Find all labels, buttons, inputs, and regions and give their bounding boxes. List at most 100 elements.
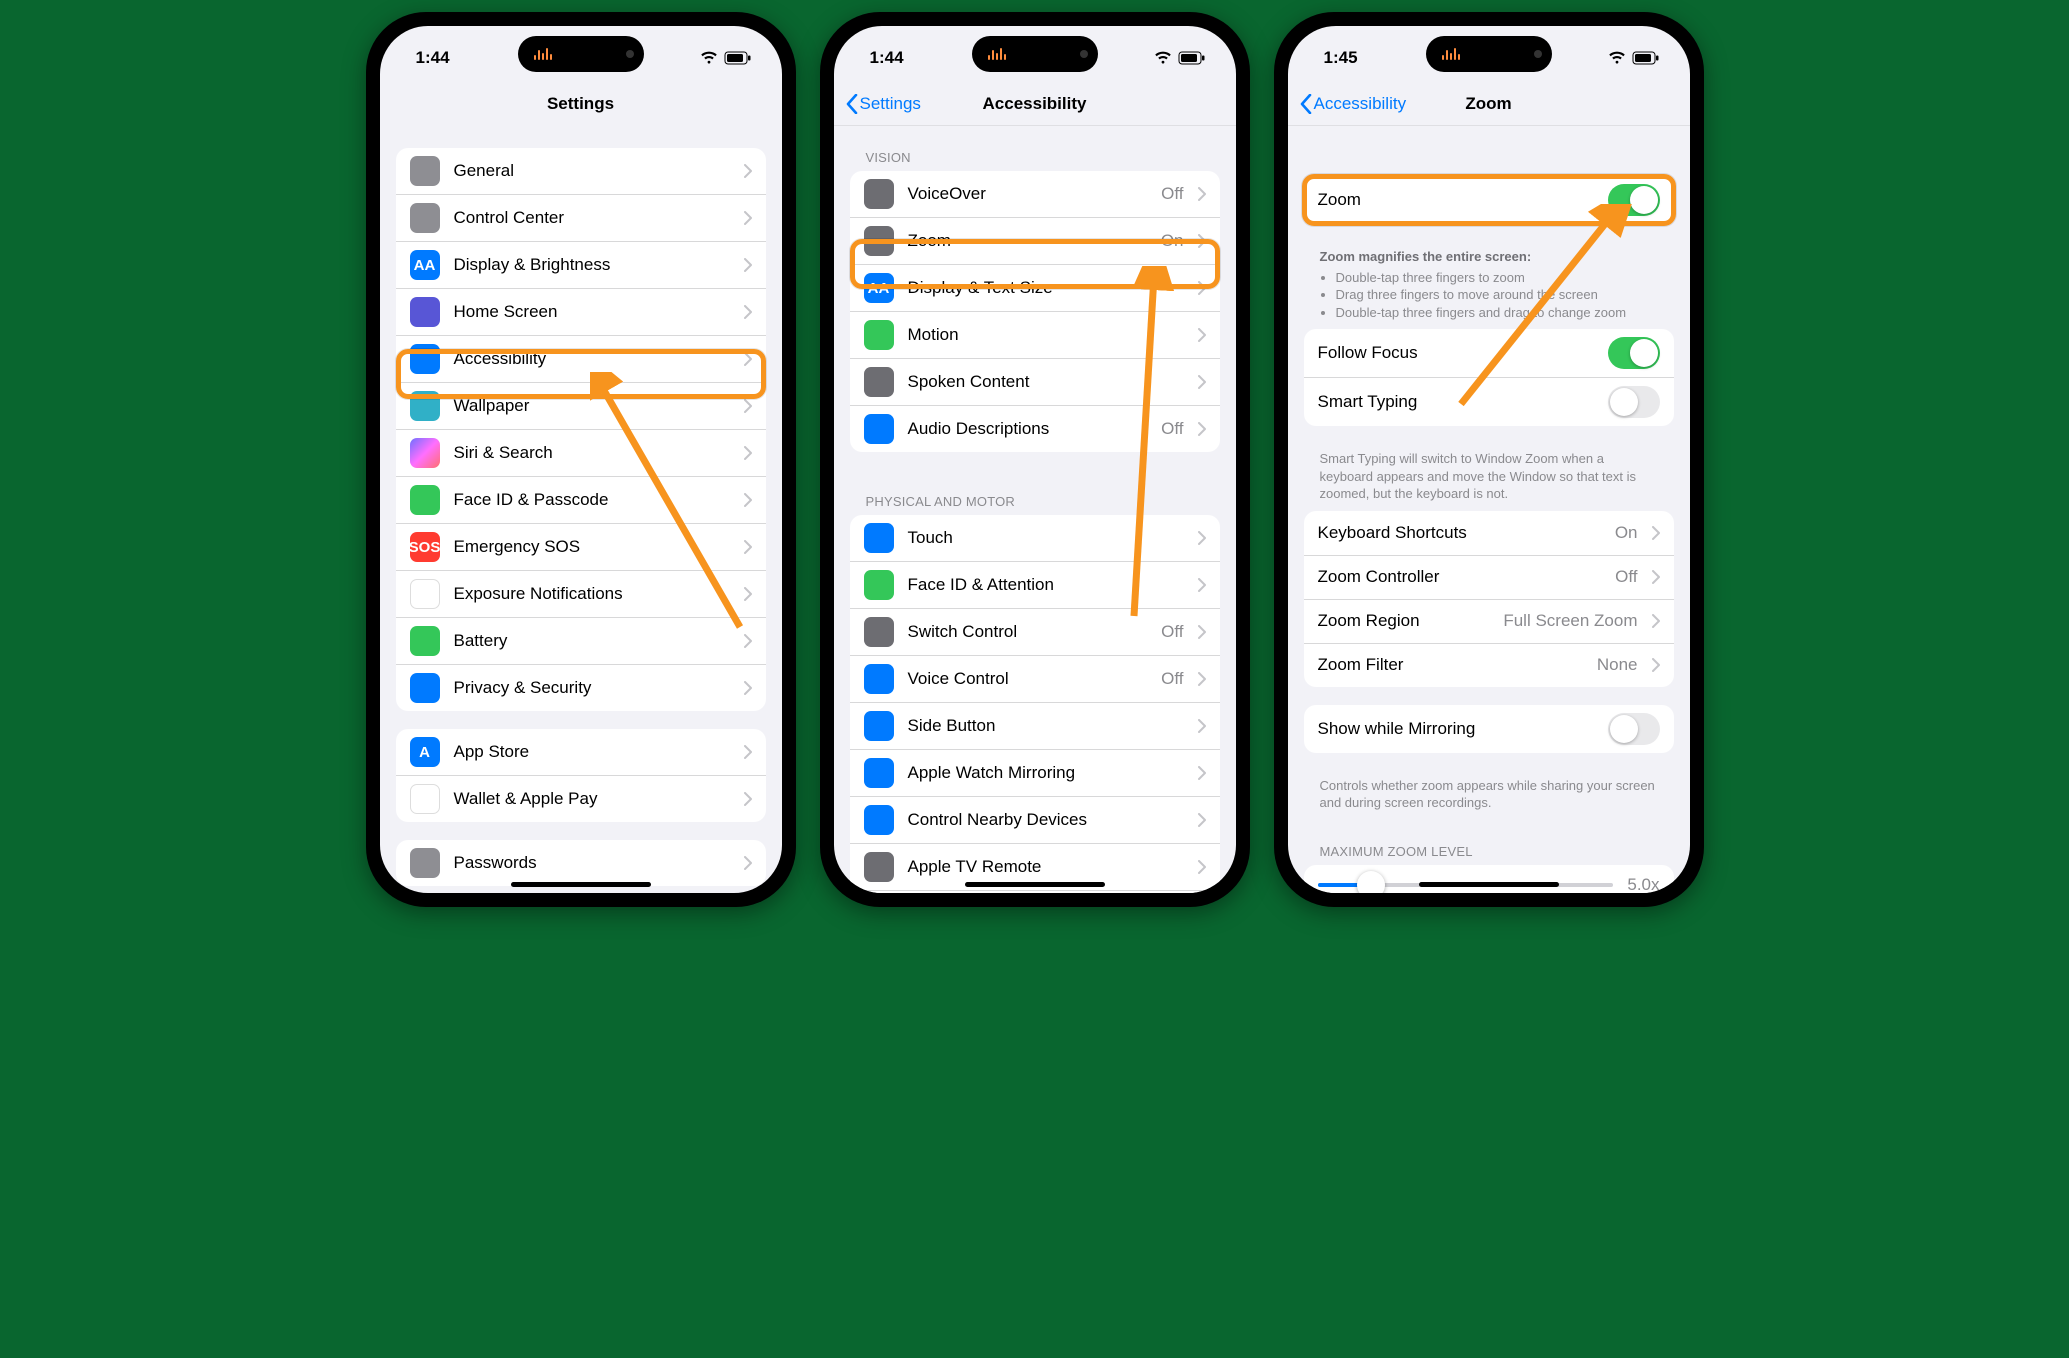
appstore-icon: A [410,737,440,767]
settings-row-emergency-sos[interactable]: SOS Emergency SOS [396,523,766,570]
row-label: Control Center [454,208,730,228]
back-button[interactable]: Settings [846,94,921,114]
wifi-icon [1154,51,1172,65]
row-label: Apple Watch Mirroring [908,763,1184,783]
settings-row-face-id-attention[interactable]: Face ID & Attention [850,561,1220,608]
settings-row-touch[interactable]: Touch [850,515,1220,561]
toggle[interactable] [1608,713,1660,745]
toggle[interactable] [1608,337,1660,369]
settings-row-control-center[interactable]: Control Center [396,194,766,241]
row-label: Face ID & Attention [908,575,1184,595]
chevron-right-icon [1198,531,1206,545]
settings-row-zoom[interactable]: Zoom On [850,217,1220,264]
row-label: Show while Mirroring [1318,719,1594,739]
chevron-right-icon [1198,719,1206,733]
settings-row-zoom-toggle[interactable]: Zoom [1304,176,1674,224]
settings-row-keyboard-shortcuts[interactable]: Keyboard Shortcuts On [1304,511,1674,555]
slider-header: MAXIMUM ZOOM LEVEL [1304,820,1674,865]
row-label: Apple TV Remote [908,857,1184,877]
settings-row-zoom-region[interactable]: Zoom Region Full Screen Zoom [1304,599,1674,643]
smart-typing-footer: Smart Typing will switch to Window Zoom … [1304,444,1674,511]
settings-row-home-screen[interactable]: Home Screen [396,288,766,335]
chevron-right-icon [1198,578,1206,592]
chevron-right-icon [744,856,752,870]
settings-row-general[interactable]: General [396,148,766,194]
row-label: Motion [908,325,1184,345]
settings-row-face-id-passcode[interactable]: Face ID & Passcode [396,476,766,523]
chevron-right-icon [744,681,752,695]
settings-row-motion[interactable]: Motion [850,311,1220,358]
settings-row-side-button[interactable]: Side Button [850,702,1220,749]
settings-row-battery[interactable]: Battery [396,617,766,664]
chevron-right-icon [744,352,752,366]
chevron-right-icon [1652,614,1660,628]
settings-row-control-nearby-devices[interactable]: Control Nearby Devices [850,796,1220,843]
battery-icon [724,51,752,65]
mirroring-footer: Controls whether zoom appears while shar… [1304,771,1674,820]
section-header: PHYSICAL AND MOTOR [850,470,1220,515]
settings-row-smart-typing[interactable]: Smart Typing [1304,377,1674,426]
back-label: Accessibility [1314,94,1407,114]
row-label: Privacy & Security [454,678,730,698]
row-label: Accessibility [454,349,730,369]
row-label: Touch [908,528,1184,548]
chevron-right-icon [744,446,752,460]
settings-row-exposure-notifications[interactable]: Exposure Notifications [396,570,766,617]
settings-row-display-text-size[interactable]: AA Display & Text Size [850,264,1220,311]
row-label: Zoom Region [1318,611,1490,631]
navbar: Settings [380,82,782,126]
slider-group: 5.0x [1304,865,1674,893]
navbar: Settings Accessibility [834,82,1236,126]
wifi-icon [700,51,718,65]
screen-zoom: 1:45 Accessibility Zoom Zoom Zoom magnif… [1288,26,1690,893]
settings-row-switch-control[interactable]: Switch Control Off [850,608,1220,655]
voiceover-icon [864,179,894,209]
row-label: Exposure Notifications [454,584,730,604]
chevron-right-icon [744,258,752,272]
row-label: Battery [454,631,730,651]
settings-row-follow-focus[interactable]: Follow Focus [1304,329,1674,377]
settings-row-audio-descriptions[interactable]: Audio Descriptions Off [850,405,1220,452]
wallpaper-icon [410,391,440,421]
settings-row-wallet-apple-pay[interactable]: Wallet & Apple Pay [396,775,766,822]
chevron-right-icon [1198,422,1206,436]
back-button[interactable]: Accessibility [1300,94,1407,114]
navbar: Accessibility Zoom [1288,82,1690,126]
settings-row-siri-search[interactable]: Siri & Search [396,429,766,476]
status-time: 1:44 [870,48,904,68]
gear-icon [410,156,440,186]
settings-row-wallpaper[interactable]: Wallpaper [396,382,766,429]
nearby-icon [864,805,894,835]
settings-row-zoom-controller[interactable]: Zoom Controller Off [1304,555,1674,599]
settings-row-privacy-security[interactable]: Privacy & Security [396,664,766,711]
settings-row-voiceover[interactable]: VoiceOver Off [850,171,1220,217]
settings-row-app-store[interactable]: A App Store [396,729,766,775]
zoom-toggle[interactable] [1608,184,1660,216]
chevron-right-icon [744,540,752,554]
settings-row-show-while-mirroring[interactable]: Show while Mirroring [1304,705,1674,753]
row-label: Zoom Controller [1318,567,1602,587]
max-zoom-slider-row[interactable]: 5.0x [1304,865,1674,893]
row-label: Emergency SOS [454,537,730,557]
settings-row-zoom-filter[interactable]: Zoom Filter None [1304,643,1674,687]
toggle[interactable] [1608,386,1660,418]
dynamic-island [972,36,1098,72]
settings-row-voice-control[interactable]: Voice Control Off [850,655,1220,702]
screen-accessibility: 1:44 Settings Accessibility VISION Voice… [834,26,1236,893]
settings-row-spoken-content[interactable]: Spoken Content [850,358,1220,405]
chevron-right-icon [744,164,752,178]
settings-row-apple-watch-mirroring[interactable]: Apple Watch Mirroring [850,749,1220,796]
row-label: Zoom [908,231,1147,251]
chevron-right-icon [744,792,752,806]
exposure-icon [410,579,440,609]
settings-row-keyboards[interactable]: Keyboards [850,890,1220,893]
chevron-right-icon [1198,328,1206,342]
settings-row-accessibility[interactable]: Accessibility [396,335,766,382]
settings-row-passwords[interactable]: Passwords [396,840,766,886]
settings-row-display-brightness[interactable]: AA Display & Brightness [396,241,766,288]
row-label: Voice Control [908,669,1148,689]
home-indicator [965,882,1105,887]
chevron-right-icon [744,493,752,507]
chevron-right-icon [744,587,752,601]
chevron-right-icon [1198,860,1206,874]
